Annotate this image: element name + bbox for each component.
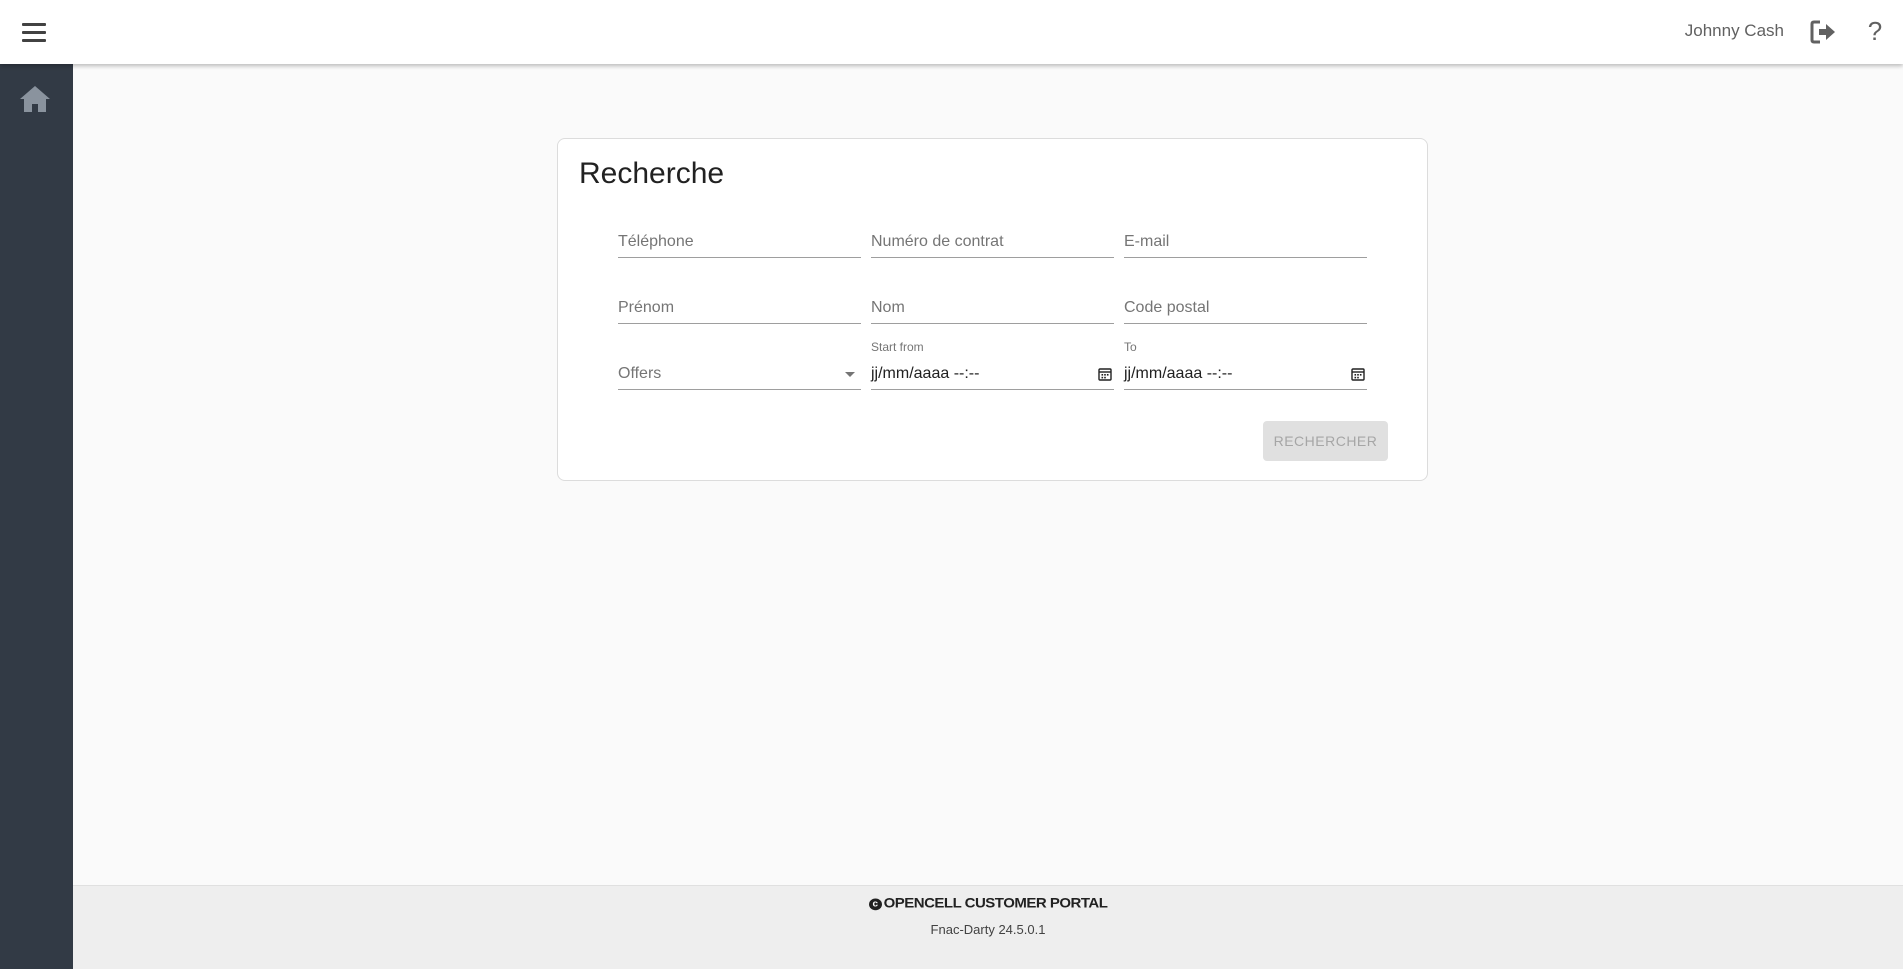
search-button[interactable]: RECHERCHER	[1263, 421, 1388, 461]
search-card: Recherche Offers Start from jj/mm/aaaa -…	[557, 138, 1428, 481]
top-app-bar: Johnny Cash ?	[0, 0, 1903, 64]
firstname-field[interactable]	[618, 288, 861, 324]
start-date-label: Start from	[871, 340, 924, 354]
chevron-down-icon[interactable]	[845, 372, 855, 377]
menu-icon[interactable]	[18, 18, 50, 46]
email-input[interactable]	[1124, 233, 1367, 251]
calendar-icon[interactable]	[1351, 367, 1365, 381]
user-name: Johnny Cash	[1684, 21, 1784, 40]
calendar-icon[interactable]	[1098, 367, 1112, 381]
end-date-field[interactable]: To jj/mm/aaaa --:--	[1124, 340, 1367, 390]
copyright-icon: c	[868, 898, 882, 911]
footer-brand: c OPENCELL CUSTOMER PORTAL	[73, 896, 1903, 911]
help-icon[interactable]: ?	[1863, 14, 1887, 48]
lastname-field[interactable]	[871, 288, 1114, 324]
postal-code-input[interactable]	[1124, 299, 1367, 317]
home-icon[interactable]	[19, 84, 51, 114]
footer-version: Fnac-Darty 24.5.0.1	[930, 922, 1046, 937]
email-field[interactable]	[1124, 222, 1367, 258]
start-date-value[interactable]: jj/mm/aaaa --:--	[871, 365, 979, 383]
start-date-field[interactable]: Start from jj/mm/aaaa --:--	[871, 340, 1114, 390]
end-date-value[interactable]: jj/mm/aaaa --:--	[1124, 365, 1232, 383]
logout-icon[interactable]	[1810, 19, 1838, 45]
lastname-input[interactable]	[871, 299, 1114, 317]
offers-select-label: Offers	[618, 365, 662, 382]
offers-select[interactable]: Offers	[618, 354, 861, 390]
phone-field[interactable]	[618, 222, 861, 258]
footer: c OPENCELL CUSTOMER PORTAL Fnac-Darty 24.…	[73, 885, 1903, 969]
contract-number-field[interactable]	[871, 222, 1114, 258]
phone-input[interactable]	[618, 233, 861, 251]
end-date-label: To	[1124, 340, 1137, 354]
firstname-input[interactable]	[618, 299, 861, 317]
contract-number-input[interactable]	[871, 233, 1114, 251]
footer-brand-text: OPENCELL CUSTOMER PORTAL	[883, 895, 1108, 912]
sidebar	[0, 64, 73, 969]
postal-code-field[interactable]	[1124, 288, 1367, 324]
page-title: Recherche	[579, 157, 725, 190]
